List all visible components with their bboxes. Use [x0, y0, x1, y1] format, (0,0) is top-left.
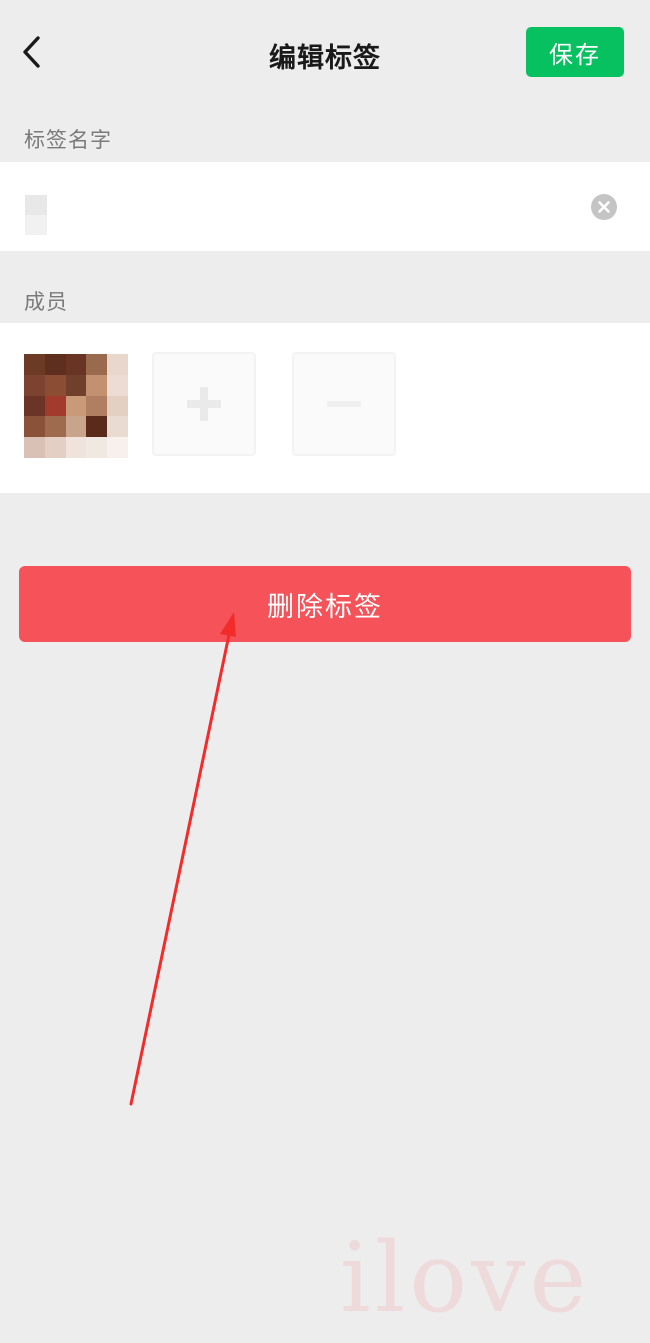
clear-input-button[interactable]: [591, 194, 617, 220]
delete-tag-button[interactable]: 删除标签: [19, 566, 631, 642]
add-member-button[interactable]: [152, 352, 256, 456]
members-section-label: 成员: [24, 290, 68, 314]
remove-member-button[interactable]: [292, 352, 396, 456]
tag-name-section-label: 标签名字: [24, 128, 112, 152]
navigation-bar: 编辑标签 保存: [0, 0, 650, 104]
tag-name-input[interactable]: [0, 162, 580, 251]
tag-name-row: [0, 162, 650, 251]
member-avatar[interactable]: [24, 354, 128, 458]
clear-circle-icon: [598, 201, 610, 213]
save-button[interactable]: 保存: [526, 27, 624, 77]
redacted-text-block: [25, 195, 47, 235]
watermark: ilove: [340, 1222, 591, 1334]
